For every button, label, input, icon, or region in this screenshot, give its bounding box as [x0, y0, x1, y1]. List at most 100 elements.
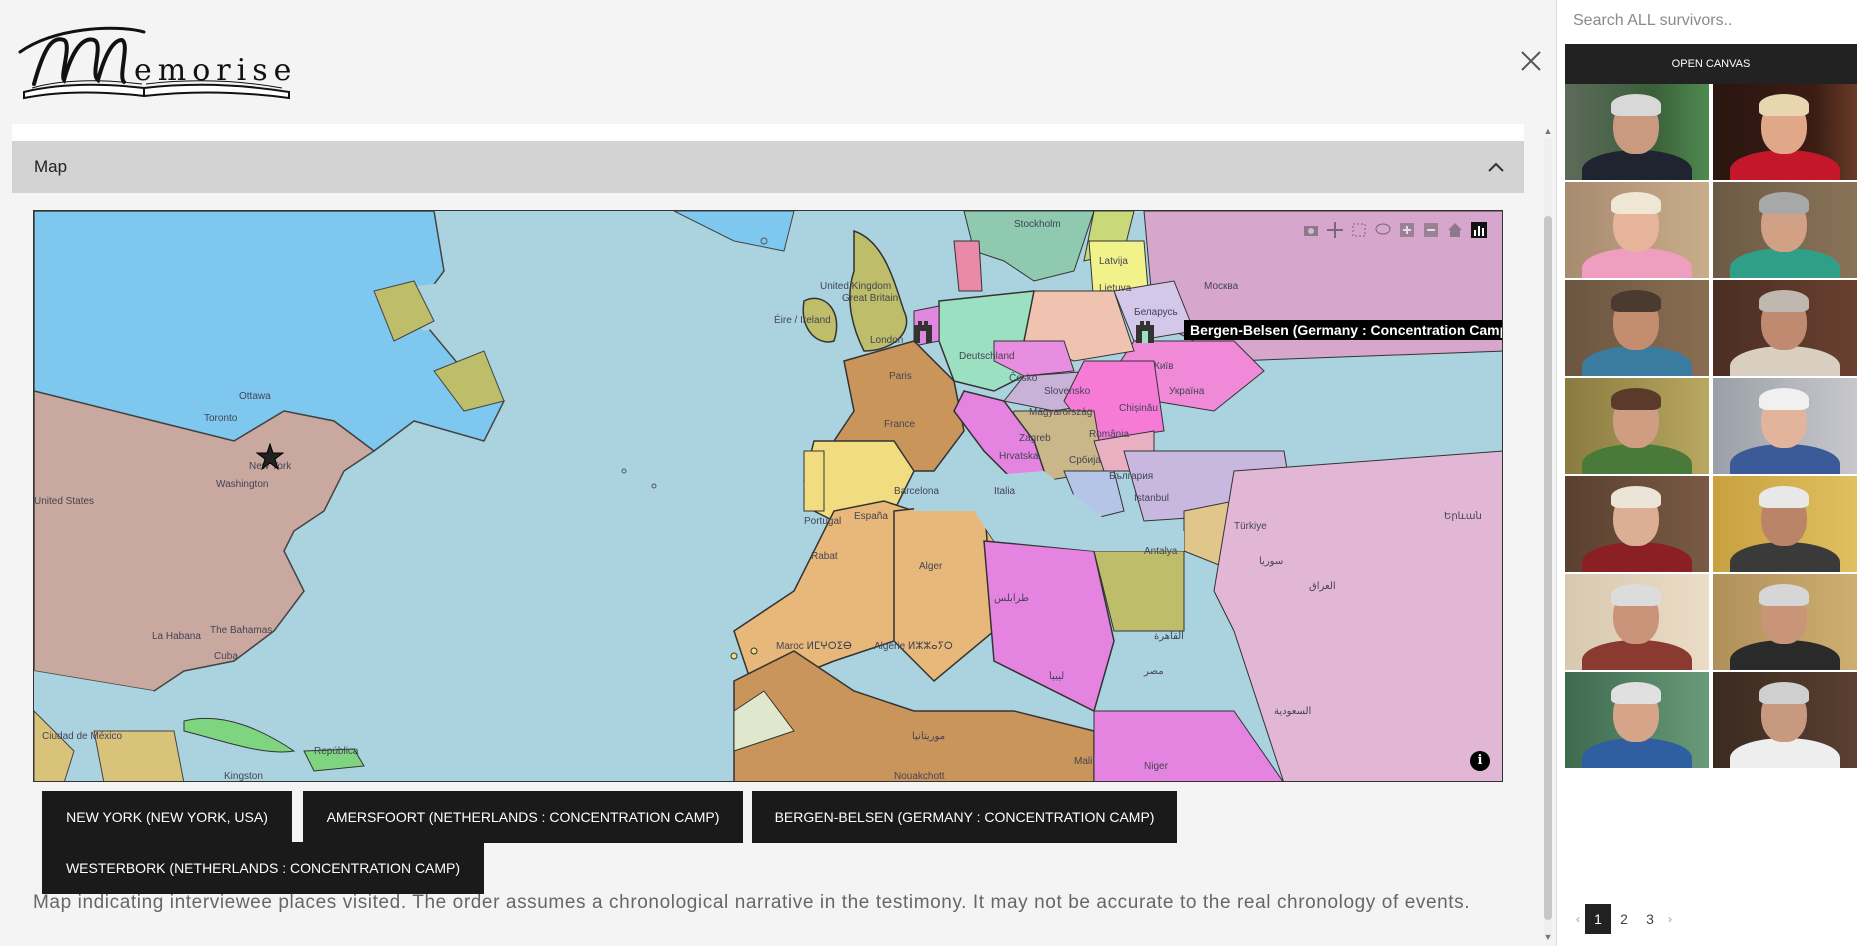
survivor-thumbnail[interactable]: [1565, 378, 1709, 474]
map-label-mali: Mali: [1074, 756, 1093, 767]
map-label-united-kingdom: United Kingdom: [820, 281, 892, 292]
map-label-ottawa: Ottawa: [239, 391, 271, 402]
map-label-hrvatska: Hrvatska: [999, 451, 1039, 462]
survivor-thumbnail[interactable]: [1565, 182, 1709, 278]
place-button-bergen-belsen[interactable]: BERGEN-BELSEN (GERMANY : CONCENTRATION C…: [752, 791, 1177, 843]
chevron-up-icon[interactable]: [1486, 157, 1506, 177]
star-marker-icon[interactable]: [256, 443, 284, 471]
map-label-republica: República: [314, 746, 359, 757]
map-label-eire: Éire / Ireland: [774, 315, 831, 326]
map-label-istanbul: İstanbul: [1134, 493, 1170, 504]
map-label-great-britain: Great Britain: [842, 293, 899, 304]
svg-text:emorise: emorise: [134, 53, 297, 88]
map-label-misr: مصر: [1144, 666, 1164, 677]
map-label-turkiye: Türkiye: [1234, 521, 1267, 532]
info-icon[interactable]: i: [1470, 751, 1490, 771]
map-label-kyiv: Київ: [1154, 361, 1174, 372]
close-icon[interactable]: [1516, 46, 1546, 76]
zoom-out-icon[interactable]: [1422, 221, 1440, 239]
map-label-mauritanie: موريتانيا: [912, 731, 946, 742]
camera-icon[interactable]: [1302, 221, 1320, 239]
map-label-latvija: Latvija: [1099, 256, 1128, 267]
map-label-toronto: Toronto: [204, 413, 238, 424]
memorise-logo: emorise: [14, 18, 299, 106]
pagination-next[interactable]: ›: [1663, 904, 1677, 934]
scrollbar-thumb[interactable]: [1544, 216, 1552, 920]
scroll-down-arrow-icon[interactable]: ▼: [1543, 932, 1553, 942]
camp-marker-icon[interactable]: [912, 317, 934, 345]
pagination-page-2[interactable]: 2: [1611, 904, 1637, 934]
map-label-washington: Washington: [216, 479, 269, 490]
pagination-prev[interactable]: ‹: [1571, 904, 1585, 934]
map-label-stockholm: Stockholm: [1014, 219, 1061, 230]
map-section-header[interactable]: Map: [12, 141, 1524, 193]
survivor-thumbnail[interactable]: [1565, 280, 1709, 376]
map-label-lietuva: Lietuva: [1099, 283, 1132, 294]
map-label-deutschland: Deutschland: [959, 351, 1015, 362]
survivor-thumbnail[interactable]: [1713, 476, 1857, 572]
place-button-new-york[interactable]: NEW YORK (NEW YORK, USA): [42, 791, 292, 843]
map-label-bulgaria: България: [1109, 471, 1154, 482]
map-label-cuba: Cuba: [214, 651, 238, 662]
map-label-chisinau: Chișinău: [1119, 403, 1158, 414]
map-label-the-bahamas: The Bahamas: [210, 625, 273, 636]
map-label-zagreb: Zagreb: [1019, 433, 1051, 444]
survivor-thumbnail-grid: [1565, 84, 1857, 768]
survivor-thumbnail[interactable]: [1713, 574, 1857, 670]
survivor-thumbnail[interactable]: [1713, 84, 1857, 180]
pagination-page-3[interactable]: 3: [1637, 904, 1663, 934]
camp-marker-icon[interactable]: [1134, 317, 1156, 345]
map-label-yerevan: Երևան: [1444, 511, 1482, 522]
pan-icon[interactable]: [1326, 221, 1344, 239]
scroll-up-arrow-icon[interactable]: ▲: [1543, 126, 1553, 136]
map-label-la-habana: La Habana: [152, 631, 201, 642]
map-label-suriya: سوريا: [1259, 556, 1284, 567]
map-label-al-qahira: القاهرة: [1154, 631, 1184, 642]
box-select-icon[interactable]: [1350, 221, 1368, 239]
world-map[interactable]: Ottawa Toronto New York Washington Unite…: [33, 210, 1503, 782]
place-button-amersfoort[interactable]: AMERSFOORT (NETHERLANDS : CONCENTRATION …: [303, 791, 743, 843]
home-icon[interactable]: [1446, 221, 1464, 239]
map-caption: Map indicating interviewee places visite…: [33, 892, 1471, 913]
survivor-thumbnail[interactable]: [1565, 672, 1709, 768]
lasso-select-icon[interactable]: [1374, 221, 1392, 239]
place-button-westerbork[interactable]: WESTERBORK (NETHERLANDS : CONCENTRATION …: [42, 842, 484, 894]
survivor-thumbnail[interactable]: [1713, 378, 1857, 474]
map-label-libya: ليبيا: [1049, 671, 1065, 682]
survivor-search-input[interactable]: [1571, 6, 1855, 36]
pagination: ‹ 1 2 3 ›: [1571, 904, 1677, 934]
content-top-strip: [12, 124, 1524, 142]
zoom-in-icon[interactable]: [1398, 221, 1416, 239]
survivor-thumbnail[interactable]: [1565, 574, 1709, 670]
pagination-page-1[interactable]: 1: [1585, 904, 1611, 934]
survivor-thumbnail[interactable]: [1713, 280, 1857, 376]
map-section-title: Map: [34, 157, 68, 176]
map-label-antalya: Antalya: [1144, 546, 1178, 557]
map-toolbar: [1302, 221, 1488, 239]
survivor-thumbnail[interactable]: [1713, 672, 1857, 768]
map-label-ukraina: Україна: [1169, 386, 1205, 397]
map-label-nouakchott: Nouakchott: [894, 771, 945, 782]
map-label-tarabulus: طرابلس: [994, 593, 1030, 604]
map-label-cesko: Česko: [1009, 373, 1038, 384]
main-scrollbar[interactable]: ▲ ▼: [1540, 124, 1556, 946]
bar-chart-icon[interactable]: [1470, 221, 1488, 239]
map-label-maroc: Maroc ⵍⵎⵖⵔⵉⴱ: [776, 641, 852, 652]
survivor-thumbnail[interactable]: [1565, 476, 1709, 572]
map-label-ciudad-de-mexico: Ciudad de México: [42, 731, 123, 742]
map-label-saudi: السعودية: [1274, 706, 1312, 717]
open-canvas-button[interactable]: OPEN CANVAS: [1565, 44, 1857, 84]
map-canvas: [34, 211, 1502, 781]
survivor-thumbnail[interactable]: [1713, 182, 1857, 278]
map-label-niger: Niger: [1144, 761, 1168, 772]
survivor-thumbnail[interactable]: [1565, 84, 1709, 180]
map-label-portugal: Portugal: [804, 516, 842, 527]
map-label-rabat: Rabat: [811, 551, 838, 562]
map-label-paris: Paris: [889, 371, 912, 382]
map-label-united-states: United States: [34, 496, 95, 507]
map-label-barcelona: Barcelona: [894, 486, 940, 497]
map-label-italia: Italia: [994, 486, 1016, 497]
map-label-france: France: [884, 419, 916, 430]
map-label-srbija: Србија: [1069, 455, 1101, 466]
map-label-kingston: Kingston: [224, 771, 263, 782]
